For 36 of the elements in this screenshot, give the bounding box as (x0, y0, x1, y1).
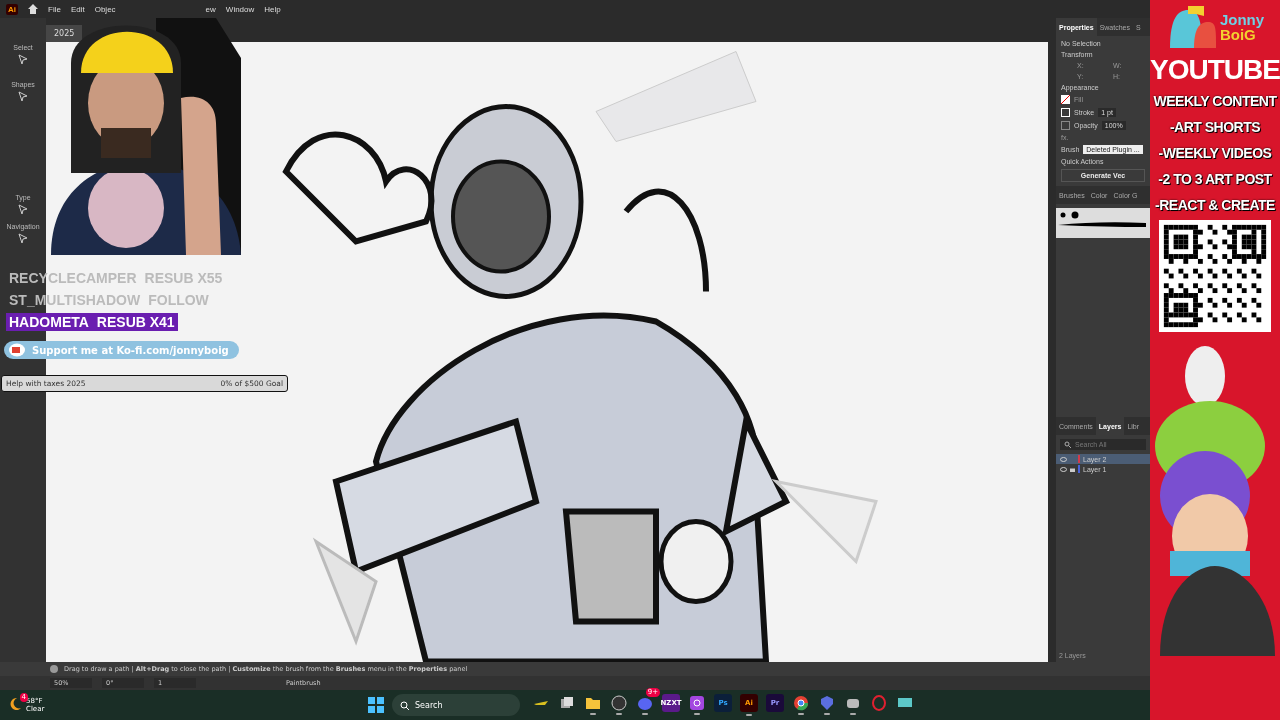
menu-item[interactable]: File (48, 4, 61, 14)
menu-item[interactable]: Window (225, 4, 255, 14)
menu-item[interactable]: Objec (94, 4, 116, 14)
app-logo[interactable]: Ai (6, 3, 18, 15)
tool-icon[interactable] (18, 91, 28, 101)
tool-icon[interactable] (18, 54, 28, 64)
alert-banner: HADOMETA RESUB X41 (6, 313, 178, 331)
promo-line: -REACT & CREATE (1155, 197, 1275, 213)
tool-icon[interactable] (18, 233, 28, 243)
ring-icon[interactable] (871, 695, 887, 711)
search-icon (400, 700, 409, 710)
menu-item[interactable]: ew (205, 4, 216, 14)
promo-title: YOUTUBE (1150, 54, 1280, 86)
menu-item[interactable]: Help (264, 4, 281, 14)
tool-icon[interactable] (18, 204, 28, 214)
promo-line: -2 TO 3 ART POST (1158, 171, 1272, 187)
menu-item[interactable]: Edit (70, 4, 85, 14)
camera-icon[interactable] (689, 695, 705, 711)
windows-icon[interactable] (559, 695, 575, 711)
moon-icon (8, 697, 22, 711)
browser-icon[interactable] (793, 695, 809, 711)
start-icon[interactable] (368, 697, 384, 713)
record-icon[interactable] (611, 695, 627, 711)
search-icon (1064, 441, 1071, 448)
home-icon[interactable] (28, 4, 38, 14)
no-fill-icon (1061, 95, 1070, 104)
taskbar-search[interactable]: Search (392, 694, 520, 716)
promo-line: WEEKLY CONTENT (1153, 93, 1277, 109)
help-icon (50, 665, 58, 673)
opacity-icon (1061, 121, 1070, 130)
shield-icon[interactable] (819, 695, 835, 711)
logo-text: BoiG (1219, 27, 1256, 42)
promo-line: -WEEKLY VIDEOS (1158, 145, 1272, 161)
stroke-icon (1061, 108, 1070, 117)
promo-line: -ART SHORTS (1169, 119, 1261, 135)
folder-icon[interactable] (585, 695, 601, 711)
